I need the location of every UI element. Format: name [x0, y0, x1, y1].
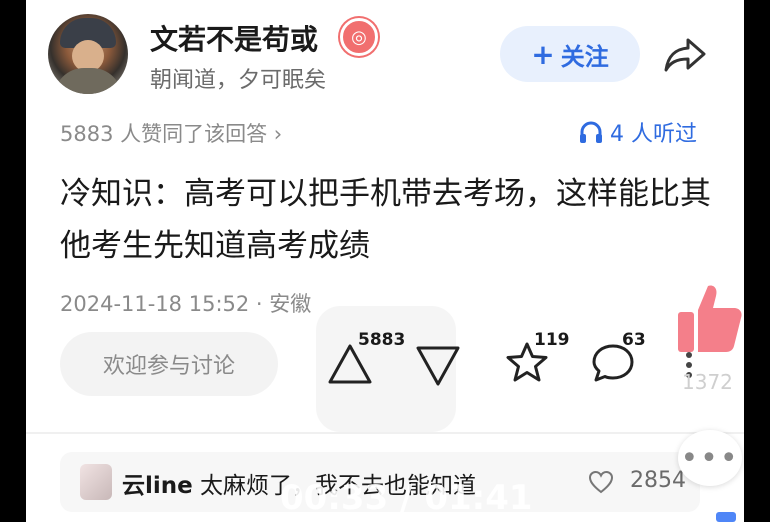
divider [26, 432, 744, 434]
listen-count[interactable]: 4 人听过 [578, 116, 697, 148]
video-timer: 00:33 / 01:41 [280, 478, 533, 518]
comment-button[interactable]: 63 [590, 330, 646, 384]
plus-icon: + [531, 37, 555, 71]
headphones-icon [580, 121, 602, 143]
chat-bubble-icon[interactable]: ••• [678, 430, 742, 486]
corner-indicator [716, 512, 736, 522]
follow-label: 关注 [560, 42, 609, 71]
comment-count: 63 [622, 330, 646, 350]
thumbs-up-icon[interactable] [672, 280, 744, 356]
answer-text[interactable]: 冷知识：高考可以把手机带去考场，这样能比其他考生先知道高考成绩 [60, 168, 720, 272]
chat-dots: ••• [680, 440, 740, 476]
listen-label: 4 人听过 [610, 122, 697, 147]
triangle-down-icon [416, 346, 460, 386]
screen: 文若不是苟或 ◎ 朝闻道，夕可眠矣 + 关注 5883 人赞同了该回答 › 4 … [0, 0, 770, 522]
upvote-button[interactable]: 5883 [326, 330, 405, 386]
follow-button[interactable]: + 关注 [500, 26, 640, 82]
commenter-name[interactable]: 云line [122, 466, 193, 500]
author-avatar[interactable] [48, 14, 128, 94]
answer-meta: 2024-11-18 15:52 · 安徽 [60, 292, 312, 316]
downvote-button[interactable] [414, 344, 462, 388]
favorite-button[interactable]: 119 [504, 330, 570, 384]
upvote-count: 5883 [358, 330, 406, 350]
discuss-input[interactable]: 欢迎参与讨论 [60, 332, 278, 396]
comment-like-count: 2854 [630, 468, 686, 493]
commenter-avatar[interactable] [80, 464, 112, 500]
likes-summary-link[interactable]: 5883 人赞同了该回答 › [60, 118, 282, 148]
heart-icon[interactable] [588, 470, 614, 494]
avatar-armor [54, 68, 122, 94]
favorite-count: 119 [534, 330, 570, 350]
author-bio: 朝闻道，夕可眠矣 [150, 68, 327, 93]
share-arrow-icon[interactable] [662, 34, 708, 74]
overlay-like-count: 1372 [682, 370, 733, 394]
medal-icon: ◎ [340, 18, 378, 56]
author-name[interactable]: 文若不是苟或 [150, 18, 318, 58]
